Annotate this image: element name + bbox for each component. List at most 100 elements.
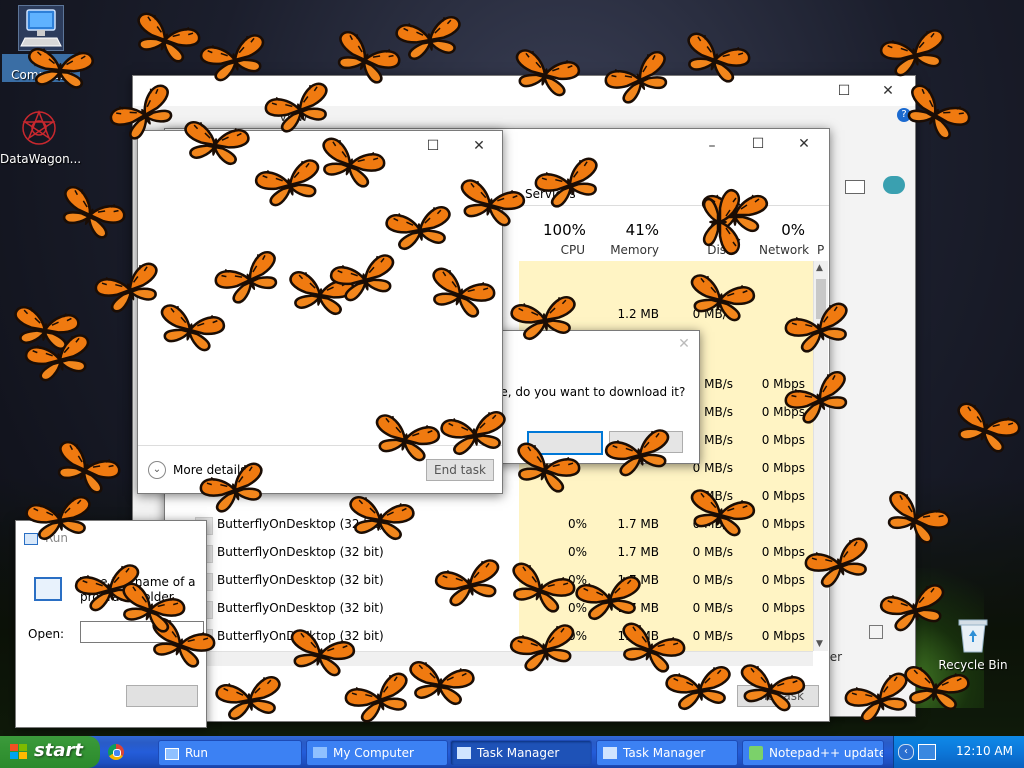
ribbon-tab-view[interactable]: View [279, 110, 307, 124]
run-icon [24, 533, 38, 545]
table-row[interactable]: ButterflyOnDesktop (32 bit) 0% 1.7 MB 0 … [165, 539, 813, 567]
scroll-down-arrow-icon[interactable]: ▼ [816, 639, 823, 649]
network-cell: 0 Mbps [761, 433, 805, 447]
task-manager-icon [603, 747, 617, 759]
notepad-plus-plus-icon [749, 746, 763, 760]
scrollbar-thumb[interactable] [816, 279, 826, 319]
close-button[interactable]: ✕ [472, 139, 486, 153]
memory-cell: 1.2 MB [617, 307, 659, 321]
process-name: ButterflyOnDesktop (32 bit) [217, 545, 384, 559]
more-details-link[interactable]: More details [173, 463, 247, 477]
open-input[interactable] [80, 621, 204, 643]
table-row[interactable]: ButterflyOnDesktop (32 bit) 0% 1.7 MB 0 … [165, 595, 813, 623]
end-task-button[interactable]: End task [426, 459, 494, 481]
horizontal-scrollbar[interactable]: ◀ [165, 651, 813, 666]
table-row[interactable]: ButterflyOnDesktop (32 bit) 0% 1.7 MB 0 … [165, 567, 813, 595]
run-program-icon [34, 577, 62, 601]
datawagon-logo-icon [19, 108, 59, 148]
process-name: ButterflyOnDesktop (32 bit) [217, 629, 384, 643]
task-manager-icon [457, 747, 471, 759]
taskbar-button-task-manager-1[interactable]: Task Manager [450, 740, 592, 766]
no-button[interactable] [609, 431, 683, 453]
network-tray-icon[interactable] [918, 744, 936, 760]
tab-services[interactable]: Services [525, 187, 576, 201]
network-cell: 0 Mbps [761, 489, 805, 503]
butterfly [128, 9, 203, 67]
ok-button[interactable] [126, 685, 198, 707]
disk-cell: 0 MB/s [692, 517, 733, 531]
maximize-button[interactable]: ☐ [837, 84, 851, 98]
yes-button[interactable] [527, 431, 603, 455]
memory-cell: 1.7 MB [617, 629, 659, 643]
start-button[interactable]: start [0, 736, 100, 768]
help-icon[interactable]: ? [897, 108, 911, 122]
close-button[interactable]: ✕ [797, 137, 811, 151]
taskbar-button-label: Task Manager [623, 746, 706, 760]
disk-cell: 0 MB/s [692, 489, 733, 503]
vertical-scrollbar[interactable]: ▲ ▼ [813, 261, 828, 651]
clock[interactable]: 12:10 AM [956, 744, 1013, 758]
taskbar-button-task-manager-2[interactable]: Task Manager [596, 740, 738, 766]
butterfly [9, 303, 82, 353]
taskbar-button-my-computer[interactable]: My Computer [306, 740, 448, 766]
process-name: ButterflyOnDesktop (32 bit) [217, 573, 384, 587]
header-memory[interactable]: Memory [605, 243, 659, 257]
desktop-icon-my-computer[interactable]: My Computer [2, 5, 80, 82]
taskbar-button-run[interactable]: Run [158, 740, 302, 766]
minimize-button[interactable]: – [705, 139, 719, 153]
network-icon[interactable] [883, 176, 905, 194]
desktop-icon-label: DataWagon... [0, 152, 82, 166]
network-cell: 0 Mbps [761, 377, 805, 391]
butterfly [22, 331, 97, 385]
table-row[interactable]: ButterflyOnDesktop (32 bit) 0% 1.7 MB 0 … [165, 623, 813, 651]
header-cpu[interactable]: CPU [543, 243, 585, 257]
close-button[interactable]: ✕ [677, 337, 691, 351]
butterfly [393, 13, 466, 63]
run-title: Run [45, 531, 69, 545]
network-cell: 0 Mbps [761, 405, 805, 419]
maximize-button[interactable]: ☐ [426, 139, 440, 153]
desktop-icon-recycle-bin[interactable]: Recycle Bin [934, 614, 1012, 672]
view-grid-icon[interactable] [869, 625, 883, 639]
run-icon [165, 748, 179, 760]
header-cpu-percent[interactable]: 100% [543, 221, 586, 239]
scroll-up-arrow-icon[interactable]: ▲ [816, 263, 823, 273]
chevron-down-icon[interactable]: ⌄ [148, 461, 166, 479]
memory-cell: 1.7 MB [617, 601, 659, 615]
taskbar-button-label: My Computer [333, 746, 414, 760]
system-tray: ‹ 12:10 AM [893, 736, 1024, 768]
computer-icon [313, 747, 327, 758]
header-memory-percent[interactable]: 41% [605, 221, 659, 239]
mail-icon[interactable] [845, 180, 865, 194]
chrome-icon[interactable] [108, 744, 124, 760]
network-cell: 0 Mbps [761, 517, 805, 531]
header-disk-percent[interactable]: 0% [705, 221, 733, 239]
desktop-icon-label: My Computer [2, 54, 80, 82]
header-network-percent[interactable]: 0% [765, 221, 805, 239]
desktop-icon-label: Recycle Bin [938, 658, 1008, 672]
end-task-button[interactable]: End task [737, 685, 819, 707]
network-cell: 0 Mbps [761, 629, 805, 643]
desktop-icon-datawagon[interactable]: DataWagon... [0, 108, 82, 166]
run-dialog: Run Type the name of a program, folder, … [15, 520, 207, 728]
process-name: ButterflyOnDesktop (32 bit) [217, 601, 384, 615]
disk-cell: 0 MB/s [692, 545, 733, 559]
memory-cell: 1.7 MB [617, 573, 659, 587]
taskbar: start Run My Computer Task Manager Task … [0, 736, 1024, 768]
close-button[interactable]: ✕ [881, 84, 895, 98]
header-disk[interactable]: Disk [705, 243, 733, 257]
tray-expand-icon[interactable]: ‹ [898, 744, 914, 760]
butterfly [948, 399, 1023, 457]
cpu-cell: 0% [567, 629, 587, 643]
cpu-cell: 0% [567, 517, 587, 531]
maximize-button[interactable]: ☐ [751, 137, 765, 151]
header-power[interactable]: P [817, 243, 824, 257]
run-description: Type the name of a program, folder, docu… [80, 575, 196, 604]
recycle-bin-icon [953, 614, 993, 654]
computer-icon [18, 5, 64, 51]
windows-logo-icon [10, 744, 28, 760]
table-row[interactable]: ButterflyOnDesktop (32 bit) 0% 1.7 MB 0 … [165, 511, 813, 539]
taskbar-button-notepad-update[interactable]: Notepad++ update [742, 740, 884, 766]
header-network[interactable]: Network [759, 243, 809, 257]
window-title-bar [133, 76, 915, 106]
